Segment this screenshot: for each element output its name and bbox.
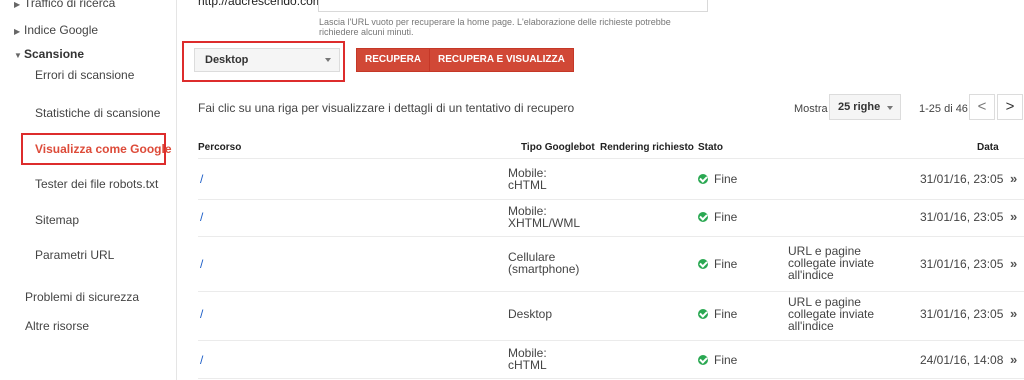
chevron-double-right-icon[interactable]: »: [1010, 353, 1017, 366]
rows-per-page-value: 25 righe: [838, 101, 881, 113]
table-row[interactable]: / Mobile: XHTML/WML Fine 31/01/16, 23:05…: [198, 200, 1024, 235]
device-select-value: Desktop: [205, 54, 249, 66]
sidebar-item-robots[interactable]: Tester dei file robots.txt: [35, 177, 158, 191]
row-bot-type-line2: cHTML: [508, 358, 547, 372]
chevron-double-right-icon[interactable]: »: [1010, 172, 1017, 185]
check-circle-icon: [698, 309, 708, 319]
row-bot-type-line2: cHTML: [508, 178, 547, 192]
fetch-button[interactable]: RECUPERA: [356, 48, 431, 72]
header-render: Rendering richiesto: [600, 142, 694, 153]
row-path[interactable]: /: [200, 258, 203, 270]
row-date: 31/01/16, 23:05: [920, 210, 1004, 224]
sidebar-item-visualizza[interactable]: Visualizza come Google: [35, 142, 172, 156]
sidebar-item-scansione[interactable]: ▼ Scansione: [14, 47, 84, 61]
row-bot-type-line1: Desktop: [508, 307, 553, 321]
sidebar-item-label: Indice Google: [24, 23, 99, 37]
chevron-right-icon: >: [1005, 98, 1015, 115]
check-circle-icon: [698, 212, 708, 222]
table-row[interactable]: / Mobile: cHTML Fine 24/01/16, 14:08 »: [198, 341, 1024, 379]
row-path[interactable]: /: [200, 211, 203, 223]
row-bot-type-line2: (smartphone): [508, 262, 580, 276]
table-row[interactable]: / Desktop Fine URL e pagine collegate in…: [198, 292, 1024, 339]
check-circle-icon: [698, 259, 708, 269]
fetch-render-button[interactable]: RECUPERA E VISUALIZZA: [429, 48, 574, 72]
sidebar-item-label: Scansione: [24, 47, 85, 61]
row-path[interactable]: /: [200, 354, 203, 366]
url-path-input[interactable]: [318, 0, 708, 12]
list-info-text: Fai clic su una riga per visualizzare i …: [198, 101, 575, 115]
header-path: Percorso: [198, 142, 242, 153]
sidebar-item-sicurezza[interactable]: Problemi di sicurezza: [25, 290, 139, 304]
row-status: Fine: [698, 354, 737, 366]
row-date: 31/01/16, 23:05: [920, 257, 1004, 271]
row-path[interactable]: /: [200, 173, 203, 185]
header-date: Data: [977, 142, 999, 153]
caret-right-icon: ▶: [14, 27, 21, 36]
device-select[interactable]: Desktop: [194, 48, 340, 72]
chevron-double-right-icon[interactable]: »: [1010, 210, 1017, 223]
sidebar-item-label: Traffico di ricerca: [24, 0, 116, 10]
url-hint: Lascia l'URL vuoto per recuperare la hom…: [319, 17, 671, 37]
main-content: http://adcrescendo.com/ Lascia l'URL vuo…: [177, 0, 1024, 380]
table-row[interactable]: / Mobile: cHTML Fine 31/01/16, 23:05 »: [198, 159, 1024, 199]
rows-per-page-select[interactable]: 25 righe: [829, 94, 901, 120]
row-status: Fine: [698, 308, 737, 320]
row-status-text: Fine: [714, 210, 738, 224]
page-info: 1-25 di 46: [919, 103, 968, 115]
sidebar-item-traffico[interactable]: ▶ Traffico di ricerca: [14, 0, 115, 10]
row-status-text: Fine: [714, 353, 738, 367]
caret-right-icon: ▶: [14, 0, 21, 9]
next-page-button[interactable]: >: [997, 94, 1023, 120]
row-date: 24/01/16, 14:08: [920, 353, 1004, 367]
row-status: Fine: [698, 173, 737, 185]
chevron-left-icon: <: [977, 98, 987, 115]
check-circle-icon: [698, 174, 708, 184]
sidebar-item-altre[interactable]: Altre risorse: [25, 319, 89, 333]
caret-down-icon: ▼: [14, 51, 22, 60]
sidebar-item-statistiche[interactable]: Statistiche di scansione: [35, 106, 160, 120]
url-prefix: http://adcrescendo.com/: [198, 0, 327, 8]
row-path[interactable]: /: [200, 308, 203, 320]
row-date: 31/01/16, 23:05: [920, 307, 1004, 321]
row-bot-type-line2: XHTML/WML: [508, 216, 580, 230]
sidebar: ▶ Traffico di ricerca ▶ Indice Google ▼ Sca…: [0, 0, 176, 380]
sidebar-item-sitemap[interactable]: Sitemap: [35, 213, 79, 227]
table-row[interactable]: / Cellulare (smartphone) Fine URL e pagi…: [198, 237, 1024, 290]
check-circle-icon: [698, 355, 708, 365]
row-date: 31/01/16, 23:05: [920, 172, 1004, 186]
header-status: Stato: [698, 142, 723, 153]
row-status-text: Fine: [714, 172, 738, 186]
sidebar-item-indice[interactable]: ▶ Indice Google: [14, 23, 98, 37]
row-note-line3: all'indice: [788, 319, 834, 333]
row-status: Fine: [698, 211, 737, 223]
chevron-double-right-icon[interactable]: »: [1010, 257, 1017, 270]
row-status-text: Fine: [714, 307, 738, 321]
sidebar-item-errori[interactable]: Errori di scansione: [35, 68, 134, 82]
dropdown-arrow-icon: [887, 106, 893, 110]
row-divider: [198, 378, 1024, 379]
sidebar-item-parametri[interactable]: Parametri URL: [35, 248, 114, 262]
header-bot-type: Tipo Googlebot: [521, 142, 595, 153]
chevron-double-right-icon[interactable]: »: [1010, 307, 1017, 320]
show-label: Mostra: [794, 103, 828, 115]
row-status-text: Fine: [714, 257, 738, 271]
dropdown-arrow-icon: [325, 58, 331, 62]
prev-page-button[interactable]: <: [969, 94, 995, 120]
row-note-line3: all'indice: [788, 268, 834, 282]
row-status: Fine: [698, 258, 737, 270]
